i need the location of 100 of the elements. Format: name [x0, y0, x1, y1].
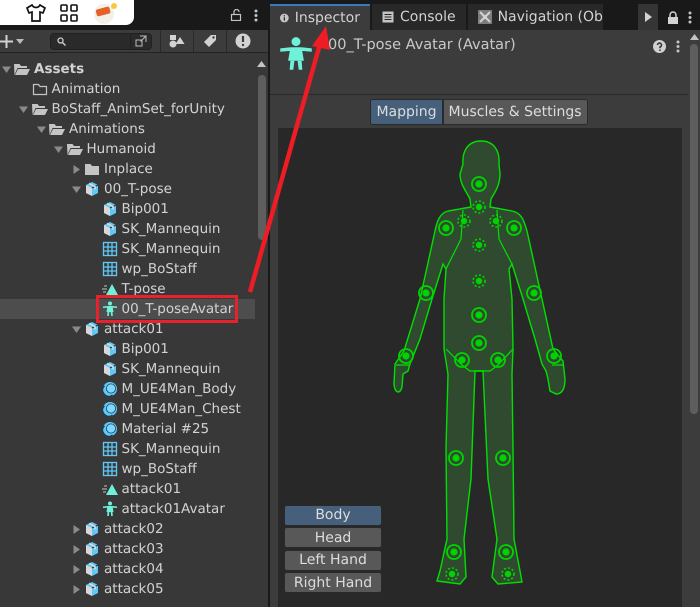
animation-icon: [100, 282, 118, 296]
asset-title: 00_T-pose Avatar (Avatar): [328, 37, 517, 53]
cube-icon: [84, 321, 100, 337]
tree-item-label[interactable]: wp_BoStaff: [120, 261, 197, 277]
body-part-button[interactable]: Right Hand: [284, 572, 382, 593]
list-icon: [382, 11, 394, 23]
shapes-icon[interactable]: [169, 34, 185, 48]
tab[interactable]: Navigation (Ob: [468, 4, 603, 30]
collapsed-arrow-icon[interactable]: [72, 584, 80, 594]
mode-button[interactable]: Mapping: [370, 98, 443, 124]
tree-item-label[interactable]: attack02: [102, 521, 164, 537]
tree-item-label[interactable]: attack04: [102, 561, 164, 577]
more-tabs-button[interactable]: [638, 4, 658, 30]
mode-button[interactable]: Muscles & Settings: [442, 98, 588, 124]
body-part-button[interactable]: Left Hand: [284, 550, 382, 570]
avatar-icon: [102, 301, 118, 317]
tree-item-label[interactable]: SK_Mannequin: [120, 361, 220, 377]
grid-icon: [102, 261, 118, 277]
sphere-icon: [102, 401, 118, 417]
round-logo-icon[interactable]: [92, 2, 118, 24]
tree-item-label[interactable]: T-pose: [120, 281, 166, 297]
cube-icon: [102, 221, 118, 237]
cube-icon: [84, 541, 100, 557]
shirt-icon[interactable]: [26, 4, 46, 22]
tree-item-label[interactable]: SK_Mannequin: [120, 241, 220, 257]
more-menu-icon[interactable]: [254, 8, 258, 22]
collapsed-arrow-icon[interactable]: [72, 564, 80, 574]
tree-item-label[interactable]: Assets: [32, 61, 84, 77]
cube-icon: [102, 341, 118, 357]
scroll-up-icon[interactable]: [257, 61, 266, 67]
cube-icon: [84, 561, 100, 577]
cube-icon: [84, 521, 100, 537]
cube-icon: [84, 581, 100, 597]
cube-icon: [84, 181, 100, 197]
avatar-icon: [278, 36, 314, 72]
tree-item-label[interactable]: Inplace: [102, 161, 153, 177]
tree-item-label[interactable]: wp_BoStaff: [120, 461, 197, 477]
avatar-icon: [102, 501, 118, 517]
tree-item-label[interactable]: 00_T-pose: [102, 181, 172, 197]
scroll-up-icon[interactable]: [690, 34, 698, 40]
grid-icon: [102, 461, 118, 477]
scrollbar-thumb[interactable]: [258, 75, 266, 240]
more-menu-icon[interactable]: [688, 10, 692, 24]
open-folder-icon: [30, 102, 48, 116]
tag-icon[interactable]: [203, 34, 217, 48]
body-part-button[interactable]: Head: [284, 527, 382, 548]
collapsed-arrow-icon[interactable]: [72, 544, 80, 554]
cube-icon: [102, 361, 118, 377]
open-folder-icon: [66, 142, 84, 156]
cube-icon: [102, 201, 118, 217]
open-folder-icon: [48, 122, 66, 136]
scrollbar-thumb[interactable]: [690, 44, 698, 414]
plus-icon: [0, 34, 13, 48]
sphere-icon: [102, 421, 118, 437]
sphere-icon: [102, 381, 118, 397]
tree-item-label[interactable]: attack01Avatar: [120, 501, 225, 517]
tab[interactable]: Console: [372, 4, 466, 30]
tree-item-label[interactable]: Animations: [67, 121, 145, 137]
tab[interactable]: Inspector: [270, 4, 370, 30]
info-icon: [280, 12, 289, 24]
tree-item-label[interactable]: 00_T-poseAvatar: [120, 301, 234, 317]
expanded-arrow-icon[interactable]: [72, 324, 80, 334]
tree-item-label[interactable]: attack01: [120, 481, 182, 497]
tree-item-label[interactable]: attack03: [102, 541, 164, 557]
navigation-icon: [478, 10, 492, 24]
expanded-arrow-icon[interactable]: [72, 184, 80, 194]
tree-item-label[interactable]: Bip001: [120, 341, 169, 357]
expanded-arrow-icon[interactable]: [54, 144, 63, 154]
help-icon[interactable]: [653, 40, 666, 53]
expanded-arrow-icon[interactable]: [2, 64, 10, 74]
warning-icon[interactable]: [235, 33, 251, 49]
collapsed-arrow-icon[interactable]: [72, 524, 80, 534]
animation-icon: [100, 482, 118, 496]
play-arrow-icon: [644, 12, 652, 22]
folder-icon: [84, 162, 100, 176]
tree-item-label[interactable]: attack05: [102, 581, 164, 597]
tree-item-label[interactable]: Bip001: [120, 201, 169, 217]
tree-item-label[interactable]: Material #25: [120, 421, 210, 437]
tree-item-label[interactable]: M_UE4Man_Chest: [120, 401, 241, 417]
lock-icon[interactable]: [667, 10, 679, 24]
search-icon: [57, 36, 66, 46]
tree-item-label[interactable]: BoStaff_AnimSet_forUnity: [50, 101, 225, 117]
grid-icon: [102, 441, 118, 457]
tree-item-label[interactable]: SK_Mannequin: [120, 441, 220, 457]
tree-item-label[interactable]: M_UE4Man_Body: [120, 381, 236, 397]
folder-icon: [32, 82, 48, 96]
caret-icon: [16, 38, 24, 44]
expand-icon[interactable]: [135, 35, 147, 47]
lock-icon[interactable]: [230, 9, 242, 21]
more-menu-icon[interactable]: [676, 40, 680, 53]
body-part-button[interactable]: Body: [284, 504, 382, 526]
tree-item-label[interactable]: SK_Mannequin: [120, 221, 220, 237]
grid-icon[interactable]: [60, 4, 78, 22]
search-field[interactable]: [50, 32, 152, 50]
expanded-arrow-icon[interactable]: [36, 124, 46, 134]
tree-item-label[interactable]: Humanoid: [84, 141, 156, 157]
tree-item-label[interactable]: attack01: [102, 321, 164, 337]
expanded-arrow-icon[interactable]: [19, 104, 28, 114]
collapsed-arrow-icon[interactable]: [72, 164, 80, 174]
tree-item-label[interactable]: Animation: [50, 81, 120, 97]
